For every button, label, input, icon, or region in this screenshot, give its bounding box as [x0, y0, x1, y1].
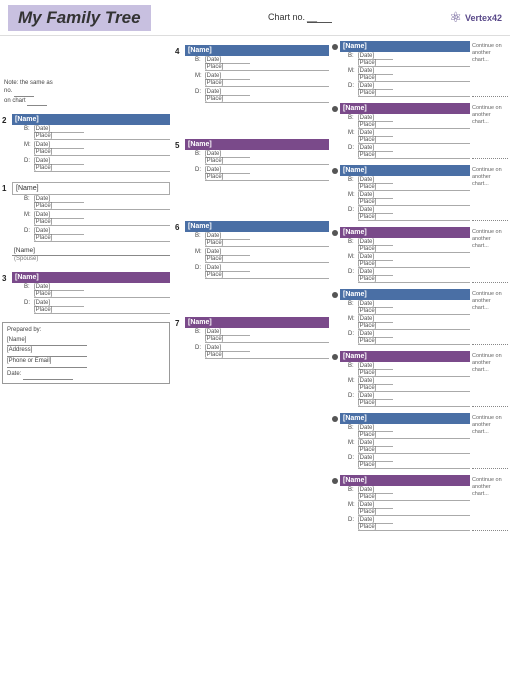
person-6-name-bar: [Name]	[185, 221, 329, 232]
logo-text: Vertex42	[465, 13, 502, 23]
person-6-block: 6 [Name] B:[Date] [Place] M:[Date] [Plac…	[175, 221, 329, 279]
right-person-r9: [Name]B:[Date][Place]M:[Date][Place]D:[D…	[332, 103, 508, 159]
person-1-num: 1	[2, 182, 12, 193]
person-3-num: 3	[2, 272, 12, 283]
person-4-name-bar: [Name]	[185, 45, 329, 56]
right-person-r11: [Name]B:[Date][Place]M:[Date][Place]D:[D…	[332, 227, 508, 283]
person-5-num: 5	[175, 139, 185, 150]
person-3-block: 3 [Name] B:[Date] [Place] D:[Date] [Plac…	[2, 272, 170, 314]
logo-icon: ⚛	[449, 9, 462, 26]
person-4-num: 4	[175, 45, 185, 56]
title-box: My Family Tree	[8, 5, 151, 31]
logo: ⚛ Vertex42	[449, 9, 502, 26]
right-persons-list: [Name]B:[Date][Place]M:[Date][Place]D:[D…	[332, 41, 508, 531]
person-7-name-bar: [Name]	[185, 317, 329, 328]
person-5-block: 5 [Name] B:[Date] [Place] D:[Date] [Plac…	[175, 139, 329, 181]
right-person-r13: [Name]B:[Date][Place]M:[Date][Place]D:[D…	[332, 351, 508, 407]
right-person-r15: [Name]B:[Date][Place]M:[Date][Place]D:[D…	[332, 475, 508, 531]
column-1: Note: the same as no. on chart 2 [Name] …	[2, 39, 170, 687]
person-1-name-bar: [Name]	[12, 182, 170, 195]
person-2-name-bar: [Name]	[12, 114, 170, 125]
right-person-r10: [Name]B:[Date][Place]M:[Date][Place]D:[D…	[332, 165, 508, 221]
column-3: [Name]B:[Date][Place]M:[Date][Place]D:[D…	[330, 39, 508, 687]
right-person-r12: [Name]B:[Date][Place]M:[Date][Place]D:[D…	[332, 289, 508, 345]
person-7-block: 7 [Name] B:[Date] [Place] D:[Date] [Plac…	[175, 317, 329, 359]
main-content: Note: the same as no. on chart 2 [Name] …	[0, 36, 510, 690]
person-2-num: 2	[2, 114, 12, 125]
right-person-r8: [Name]B:[Date][Place]M:[Date][Place]D:[D…	[332, 41, 508, 97]
person-3-name-bar: [Name]	[12, 272, 170, 283]
prepared-box: Prepared by: [Name] [Address] [Phone or …	[2, 322, 170, 384]
person-7-num: 7	[175, 317, 185, 328]
column-2: 4 [Name] B:[Date] [Place] M:[Date] [Plac…	[171, 39, 329, 687]
person-5-name-bar: [Name]	[185, 139, 329, 150]
person-2-block: 2 [Name] B:[Date] [Place] M:[Date] [Plac…	[2, 114, 170, 172]
chart-no: Chart no.__	[268, 12, 332, 23]
person-1-block: 1 [Name] B:[Date] [Place] M:[Date] [Plac…	[2, 182, 170, 262]
note-block: Note: the same as no. on chart	[4, 79, 170, 106]
header: My Family Tree Chart no.__ ⚛ Vertex42	[0, 0, 510, 36]
person-6-num: 6	[175, 221, 185, 232]
right-person-r14: [Name]B:[Date][Place]M:[Date][Place]D:[D…	[332, 413, 508, 469]
chart-no-value[interactable]: __	[307, 12, 332, 23]
person-4-block: 4 [Name] B:[Date] [Place] M:[Date] [Plac…	[175, 45, 329, 103]
